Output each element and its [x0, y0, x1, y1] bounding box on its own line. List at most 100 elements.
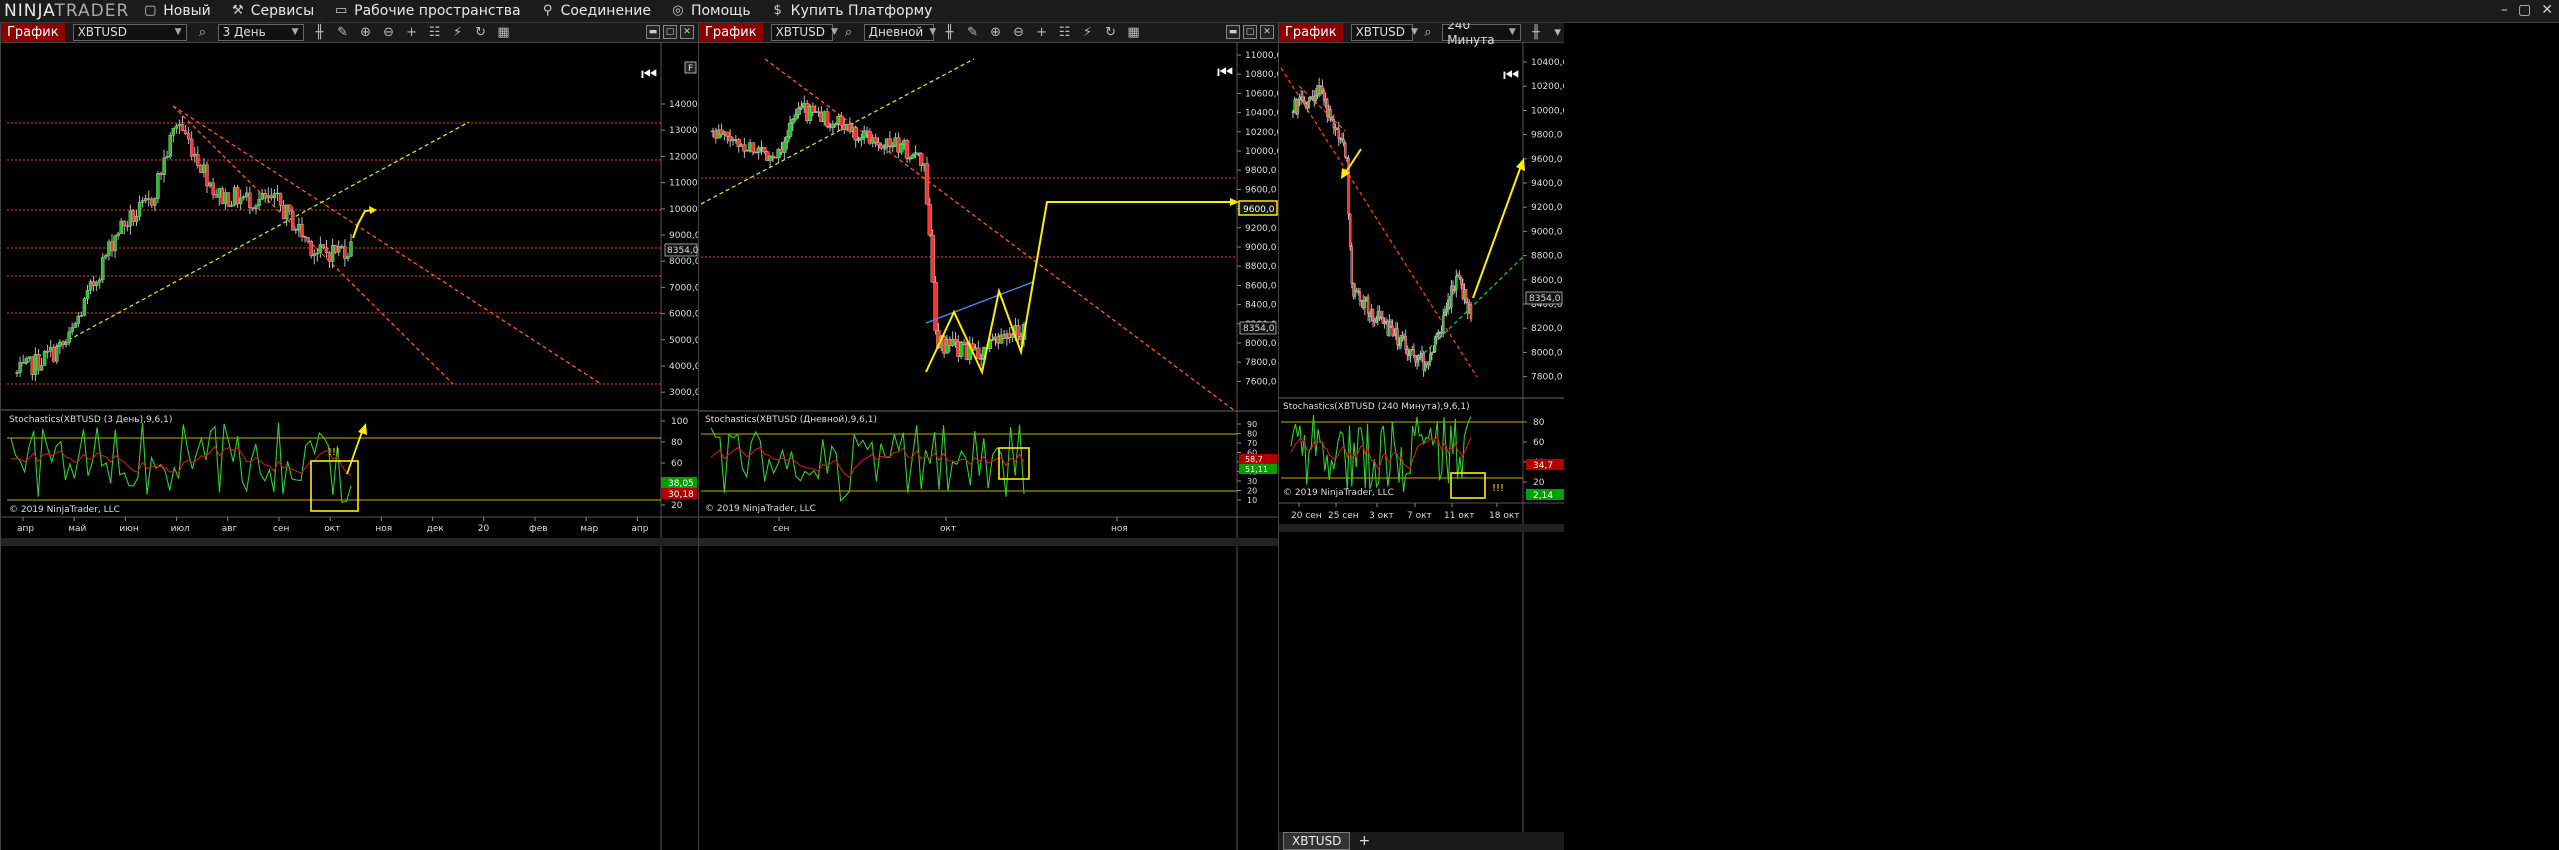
stoch-arrow-head: [358, 423, 367, 435]
search-icon[interactable]: ⌕: [196, 25, 210, 40]
candle-body: [122, 220, 126, 227]
window-icon[interactable]: ▢: [1243, 25, 1257, 39]
maximize-icon[interactable]: ▢: [2518, 2, 2531, 18]
zoom-out-icon[interactable]: ⊖: [1012, 25, 1026, 40]
candle-body: [1348, 213, 1352, 247]
chart-panel-3day: График XBTUSD ▼ ⌕ 3 День ▼ ╫ ✎ ⊕ ⊖ + ☷ ⚡ ↻…: [0, 23, 699, 850]
bars-icon[interactable]: ╫: [1530, 25, 1543, 40]
period-select[interactable]: 3 День ▼: [217, 24, 304, 41]
candle-body: [42, 350, 47, 366]
candle-body: [275, 192, 280, 195]
candle-body: [223, 192, 228, 204]
candle-body: [288, 204, 292, 212]
properties-icon[interactable]: ☷: [1058, 25, 1072, 40]
candle-body: [193, 153, 197, 157]
candle-body: [119, 220, 123, 234]
chart-svg[interactable]: 14000,0 13000,0 12000,0 11000,0 10000,0 9000,…: [1, 42, 698, 850]
period-select[interactable]: Дневной ▼: [863, 24, 936, 41]
refresh-icon[interactable]: ↻: [474, 25, 488, 40]
bars-icon[interactable]: ╫: [313, 25, 327, 40]
stoch-arrow: [346, 428, 364, 475]
candle-body: [1375, 318, 1378, 323]
crosshair-icon[interactable]: +: [405, 25, 419, 40]
tab-xbtusd[interactable]: XBTUSD: [1283, 832, 1351, 850]
menu-new[interactable]: ▢ Новый: [143, 3, 211, 19]
horizontal-scrollbar[interactable]: [1279, 524, 1564, 532]
instrument-select[interactable]: XBTUSD ▼: [72, 24, 187, 41]
time-tick-label: 11 окт: [1444, 511, 1475, 521]
period-select[interactable]: 240 Минута ▼: [1442, 23, 1521, 47]
price-tick-label: 6000,0: [669, 310, 698, 320]
candle-body: [330, 244, 335, 262]
time-tick-label: авг: [222, 524, 238, 534]
candle-body: [101, 256, 105, 281]
candle-body: [327, 252, 332, 262]
menu-help[interactable]: ◎ Помощь: [671, 3, 750, 19]
toggle-icon[interactable]: ▦: [497, 25, 511, 40]
horizontal-scrollbar[interactable]: [1, 538, 698, 546]
menu-buy[interactable]: $ Купить Платформу: [771, 3, 932, 19]
menu-connection[interactable]: ⚲ Соединение: [541, 3, 651, 19]
candle-body: [272, 193, 277, 199]
plug-icon: ⚲: [542, 3, 553, 18]
candle-body: [208, 182, 212, 187]
search-icon[interactable]: ⌕: [842, 25, 856, 40]
toggle-icon[interactable]: ▦: [1127, 25, 1141, 40]
candle-body: [793, 114, 798, 120]
candle-body: [1350, 246, 1353, 284]
properties-icon[interactable]: ☷: [428, 25, 442, 40]
panel-close-icon[interactable]: ✕: [1260, 25, 1274, 39]
menu-bar: NINJATRADER ▢ Новый ⚒ Сервисы ▭ Рабочие про…: [0, 0, 2559, 23]
menu-services[interactable]: ⚒ Сервисы: [231, 3, 314, 19]
refresh-icon[interactable]: ↻: [1104, 25, 1118, 40]
candle-body: [76, 316, 80, 324]
minimize-icon[interactable]: –: [2501, 2, 2508, 18]
menu-workspaces[interactable]: ▭ Рабочие пространства: [334, 3, 521, 19]
forecast-arrow: [1472, 165, 1522, 299]
instrument-select[interactable]: XBTUSD ▼: [1350, 24, 1418, 41]
pencil-icon[interactable]: ✎: [336, 25, 350, 40]
zoom-in-icon[interactable]: ⊕: [359, 25, 373, 40]
strategy-icon[interactable]: ⚡: [451, 25, 465, 40]
panel-close-icon[interactable]: ✕: [680, 25, 694, 39]
candle-body: [180, 124, 185, 131]
tile-icon[interactable]: ▬: [646, 25, 660, 39]
chart-svg[interactable]: 10400,0 10200,0 10000,0 9800,0 9600,0 9400,0 9…: [1279, 42, 1564, 832]
horizontal-scrollbar[interactable]: [699, 538, 1278, 546]
jump-to-end-icon: ⏮: [641, 64, 657, 85]
close-icon[interactable]: ✕: [2541, 2, 2553, 18]
stoch-d-label: 30,18: [668, 490, 694, 500]
candle-body: [183, 130, 188, 134]
candle-body: [150, 198, 154, 206]
bars-icon[interactable]: ╫: [943, 25, 957, 40]
zoom-in-icon[interactable]: ⊕: [989, 25, 1003, 40]
price-tick-label: 9800,0: [1245, 166, 1277, 176]
time-tick-label: июн: [119, 524, 138, 534]
candle-body: [134, 216, 139, 222]
price-tick-label: 10400,0: [1245, 109, 1278, 119]
more-icon[interactable]: ▾: [1551, 25, 1564, 40]
price-tick-label: 10000,0: [1531, 106, 1564, 116]
jump-to-end-icon: ⏮: [1503, 65, 1519, 86]
price-tick-label: 10200,0: [1531, 82, 1564, 92]
chart-svg[interactable]: 11000,0 10800,0 10600,0 10400,0 10200,0 10000…: [699, 42, 1278, 850]
pencil-icon[interactable]: ✎: [966, 25, 980, 40]
zoom-out-icon[interactable]: ⊖: [382, 25, 396, 40]
dollar-icon: $: [773, 3, 782, 18]
highlight-box: [1450, 472, 1486, 499]
strategy-icon[interactable]: ⚡: [1081, 25, 1095, 40]
crosshair-icon[interactable]: +: [1035, 25, 1049, 40]
chart-title: График: [699, 23, 763, 42]
candle-body: [1445, 309, 1448, 313]
window-icon[interactable]: ▢: [663, 25, 677, 39]
tile-icon[interactable]: ▬: [1226, 25, 1240, 39]
candle-body: [110, 241, 114, 252]
search-icon[interactable]: ⌕: [1422, 25, 1435, 40]
chart-panel-240min: График XBTUSD▼ ⌕ 240 Минута▼ ╫ ▾ 10400,0…: [1278, 23, 2559, 850]
add-tab-button[interactable]: +: [1358, 833, 1370, 849]
candle-body: [1435, 333, 1438, 338]
candle-body: [340, 246, 344, 248]
exclamation-annotation: !!!: [1492, 483, 1504, 494]
price-tick-label: 9600,0: [1531, 155, 1563, 165]
instrument-select[interactable]: XBTUSD ▼: [770, 24, 838, 41]
